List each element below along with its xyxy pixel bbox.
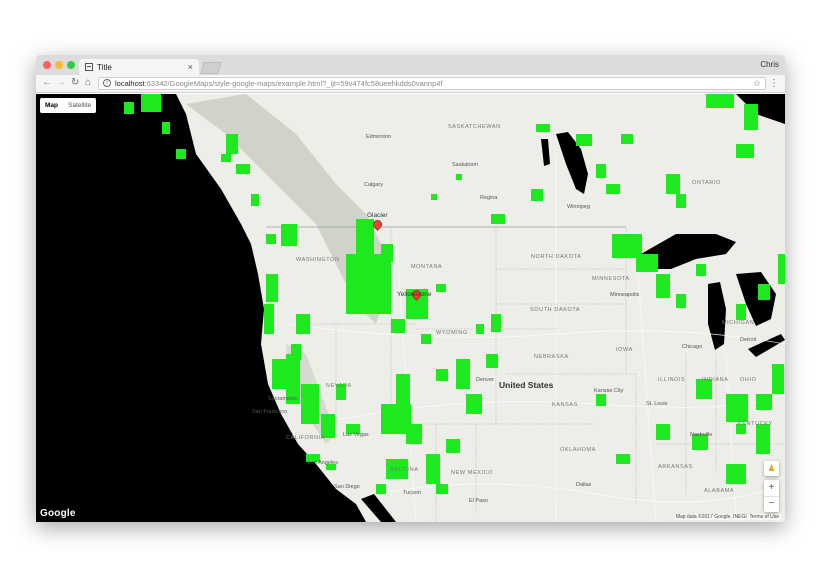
city-label: St. Louis (646, 401, 668, 407)
profile-name[interactable]: Chris (760, 60, 779, 69)
city-label: Denver (476, 377, 494, 383)
state-label: ARIZONA (390, 467, 419, 473)
city-label: Dallas (576, 482, 592, 488)
hudson-bay-edge (736, 94, 785, 124)
state-label: NEW MEXICO (451, 470, 494, 476)
state-label: MINNESOTA (592, 276, 630, 282)
state-label: ALABAMA (704, 488, 735, 494)
state-label: ILLINOIS (658, 377, 686, 383)
zoom-control: + − (764, 480, 779, 512)
home-icon[interactable]: ⌂ (85, 78, 91, 88)
close-window-button[interactable] (43, 61, 51, 69)
state-label: NEVADA (326, 383, 352, 389)
minimize-window-button[interactable] (55, 61, 63, 69)
state-label: ARKANSAS (658, 464, 693, 470)
city-label: Kansas City (594, 388, 624, 394)
browser-toolbar: ← → ↻ ⌂ i localhost:63342/GoogleMaps/sty… (36, 75, 785, 93)
state-label: KANSAS (552, 402, 578, 408)
zoom-in-button[interactable]: + (764, 480, 779, 497)
state-label: OKLAHOMA (560, 447, 596, 453)
city-label: Regina (480, 195, 498, 201)
state-label: INDIANA (702, 377, 729, 383)
city-label: Calgary (364, 182, 383, 188)
menu-icon[interactable]: ⋮ (769, 78, 779, 89)
state-label: WYOMING (436, 330, 468, 336)
close-tab-icon[interactable]: × (188, 62, 193, 72)
map-canvas[interactable]: WASHINGTON MONTANA NORTH DAKOTA SOUTH DA… (36, 94, 785, 522)
country-label: United States (499, 380, 554, 390)
browser-tab[interactable]: Title × (79, 59, 199, 75)
map-attribution: Map data ©2017 Google, INEGI Terms of Us… (673, 514, 781, 520)
state-label: NORTH DAKOTA (531, 254, 582, 260)
city-label: Las Vegas (343, 432, 369, 438)
city-label: Winnipeg (567, 204, 590, 210)
map-type-map-button[interactable]: Map (40, 98, 63, 113)
city-label: El Paso (469, 498, 488, 504)
state-label: SOUTH DAKOTA (530, 307, 581, 313)
info-icon[interactable]: i (103, 79, 111, 87)
state-label: IOWA (616, 347, 633, 353)
city-label: Nashville (690, 432, 713, 438)
gulf-of-california (361, 494, 396, 522)
state-label: CALIFORNIA (286, 435, 326, 441)
state-label: WASHINGTON (296, 257, 340, 263)
state-label: MICHIGAN (722, 320, 755, 326)
forward-icon[interactable]: → (56, 78, 66, 88)
city-label: San Diego (334, 484, 360, 490)
reload-icon[interactable]: ↻ (71, 78, 79, 88)
state-label: KENTUCKY (738, 421, 773, 427)
map-type-control: Map Satellite (40, 98, 97, 113)
pegman-icon[interactable]: ♟ (764, 461, 779, 476)
browser-window: Title × Chris ← → ↻ ⌂ i localhost:63342/… (36, 55, 785, 522)
city-label: San Francisco (252, 409, 288, 415)
map-type-satellite-button[interactable]: Satellite (63, 98, 96, 113)
city-label: Saskatoon (452, 162, 478, 168)
star-icon[interactable]: ☆ (753, 78, 761, 89)
lake-michigan (708, 282, 726, 350)
map-graphic (36, 94, 785, 522)
marker-label: Glacier (367, 212, 388, 219)
title-bar: Title × Chris (36, 55, 785, 75)
zoom-out-button[interactable]: − (764, 496, 779, 512)
city-label: Edmonton (366, 134, 392, 140)
terms-link[interactable]: Terms of Use (750, 514, 779, 520)
city-label: Sacramento (268, 396, 298, 402)
back-icon[interactable]: ← (42, 78, 52, 88)
city-label: Los Angeles (308, 460, 338, 466)
lake-winnipegosis (541, 139, 550, 166)
city-label: Detroit (740, 337, 757, 343)
city-label: Minneapolis (610, 292, 640, 298)
city-label: Chicago (682, 344, 703, 350)
address-bar[interactable]: i localhost:63342/GoogleMaps/style-googl… (98, 77, 766, 90)
state-label: NEBRASKA (534, 354, 569, 360)
city-label: Tucson (403, 490, 421, 496)
tab-title: Title (97, 63, 112, 72)
new-tab-button[interactable] (200, 62, 222, 74)
page-icon (85, 63, 93, 71)
google-logo[interactable]: Google (40, 508, 76, 519)
url-text[interactable]: localhost:63342/GoogleMaps/style-google-… (115, 79, 443, 88)
state-label: OHIO (740, 377, 757, 383)
state-label: MONTANA (411, 264, 443, 270)
marker-label: Yellowstone (397, 291, 432, 298)
maximize-window-button[interactable] (67, 61, 75, 69)
state-label: ONTARIO (692, 180, 721, 186)
state-label: SASKATCHEWAN (448, 124, 501, 130)
